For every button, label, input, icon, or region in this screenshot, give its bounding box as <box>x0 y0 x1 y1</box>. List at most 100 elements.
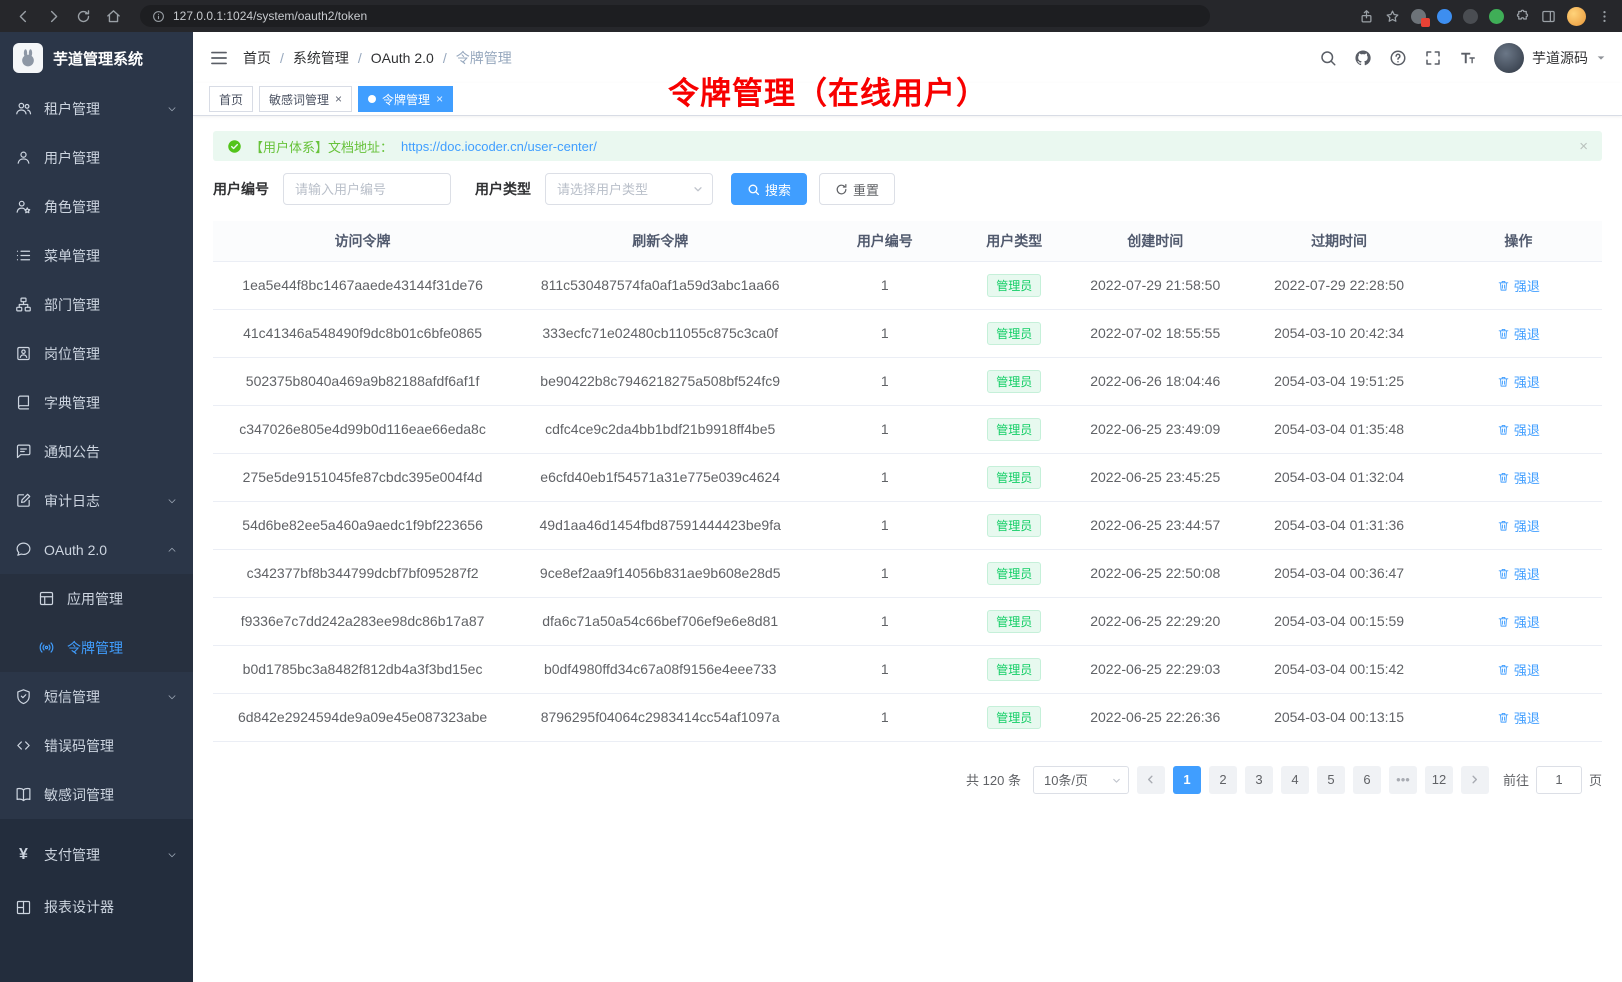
sidebar-item-label: 应用管理 <box>67 589 123 609</box>
extensions-puzzle-icon[interactable] <box>1515 9 1530 24</box>
page-button-5[interactable]: 5 <box>1317 766 1345 794</box>
extension-icon[interactable] <box>1463 9 1478 24</box>
breadcrumb-item[interactable]: 系统管理 <box>293 48 349 68</box>
tab-label: 敏感词管理 <box>269 91 329 108</box>
tab-close-icon[interactable]: × <box>436 93 443 105</box>
page-button-6[interactable]: 6 <box>1353 766 1381 794</box>
pagination: 共 120 条 10条/页 123456•••12 前往 页 <box>213 766 1602 794</box>
force-logout-button[interactable]: 强退 <box>1497 516 1540 535</box>
sidebar-item-label: 审计日志 <box>44 491 100 511</box>
user-menu[interactable]: 芋道源码 <box>1494 43 1606 73</box>
side-panel-icon[interactable] <box>1541 9 1556 24</box>
page-button-1[interactable]: 1 <box>1173 766 1201 794</box>
sidebar-item-dict[interactable]: 字典管理 <box>0 378 193 427</box>
sidebar-item-sms[interactable]: 短信管理 <box>0 672 193 721</box>
sidebar-item-role[interactable]: 角色管理 <box>0 182 193 231</box>
tab-close-icon[interactable]: × <box>335 93 342 105</box>
column-header: 操作 <box>1435 221 1602 261</box>
extension-icon[interactable] <box>1437 9 1452 24</box>
app-icon <box>38 590 55 607</box>
user-type-select[interactable] <box>545 173 713 205</box>
force-logout-button[interactable]: 强退 <box>1497 564 1540 583</box>
back-icon[interactable] <box>10 4 36 28</box>
share-icon[interactable] <box>1359 9 1374 24</box>
sidebar-item-menu[interactable]: 菜单管理 <box>0 231 193 280</box>
github-icon[interactable] <box>1354 49 1372 67</box>
sidebar-item-dept[interactable]: 部门管理 <box>0 280 193 329</box>
app-logo[interactable]: 芋道管理系统 <box>0 32 193 84</box>
breadcrumb-item[interactable]: OAuth 2.0 <box>371 50 434 66</box>
table-row: c342377bf8b344799dcbf7bf095287f29ce8ef2a… <box>213 549 1602 597</box>
trash-icon <box>1497 519 1510 532</box>
tab-首页[interactable]: 首页 <box>209 86 253 112</box>
sidebar-item-label: 用户管理 <box>44 148 100 168</box>
force-logout-button[interactable]: 强退 <box>1497 612 1540 631</box>
more-pages-button[interactable]: ••• <box>1389 766 1417 794</box>
sidebar-item-pay[interactable]: ¥支付管理 <box>0 829 193 881</box>
tab-令牌管理[interactable]: 令牌管理× <box>358 86 453 112</box>
tab-敏感词管理[interactable]: 敏感词管理 × <box>259 86 352 112</box>
pay-icon: ¥ <box>15 847 32 864</box>
browser-profile-avatar[interactable] <box>1567 7 1586 26</box>
sidebar-item-errcode[interactable]: 错误码管理 <box>0 721 193 770</box>
sidebar-item-post[interactable]: 岗位管理 <box>0 329 193 378</box>
force-logout-button[interactable]: 强退 <box>1497 372 1540 391</box>
sidebar-item-oauth[interactable]: OAuth 2.0 <box>0 525 193 574</box>
font-size-icon[interactable] <box>1459 49 1477 67</box>
page-button-4[interactable]: 4 <box>1281 766 1309 794</box>
extension-badge <box>1421 18 1430 27</box>
address-bar[interactable]: 127.0.0.1:1024/system/oauth2/token <box>140 5 1210 27</box>
sidebar-item-audit[interactable]: 审计日志 <box>0 476 193 525</box>
doc-link[interactable]: https://doc.iocoder.cn/user-center/ <box>401 139 597 154</box>
extension-icon[interactable] <box>1411 9 1426 24</box>
home-icon[interactable] <box>100 4 126 28</box>
sidebar-item-token[interactable]: 令牌管理 <box>0 623 193 672</box>
sidebar-item-notice[interactable]: 通知公告 <box>0 427 193 476</box>
user-id-input[interactable] <box>283 173 451 205</box>
forward-icon[interactable] <box>40 4 66 28</box>
browser-menu-icon[interactable] <box>1597 9 1612 24</box>
page-button-12[interactable]: 12 <box>1425 766 1453 794</box>
page-size-select[interactable]: 10条/页 <box>1033 766 1129 794</box>
breadcrumb-item[interactable]: 首页 <box>243 48 271 68</box>
bookmark-star-icon[interactable] <box>1385 9 1400 24</box>
site-info-icon[interactable] <box>152 10 165 23</box>
search-icon[interactable] <box>1319 49 1337 67</box>
prev-page-button[interactable] <box>1137 766 1165 794</box>
notice-icon <box>15 443 32 460</box>
force-logout-button[interactable]: 强退 <box>1497 660 1540 679</box>
sidebar-item-label: 令牌管理 <box>67 638 123 658</box>
force-logout-button[interactable]: 强退 <box>1497 468 1540 487</box>
reset-button[interactable]: 重置 <box>819 173 895 205</box>
search-button[interactable]: 搜索 <box>731 173 807 205</box>
sidebar-item-user[interactable]: 用户管理 <box>0 133 193 182</box>
sidebar-item-label: 敏感词管理 <box>44 785 114 805</box>
page-button-2[interactable]: 2 <box>1209 766 1237 794</box>
expire-time-cell: 2054-03-04 19:51:25 <box>1243 357 1434 405</box>
trash-icon <box>1497 423 1510 436</box>
create-time-cell: 2022-06-26 18:04:46 <box>1067 357 1243 405</box>
sidebar-item-app[interactable]: 应用管理 <box>0 574 193 623</box>
hamburger-icon[interactable] <box>209 48 229 68</box>
user-type-label: 用户类型 <box>475 179 531 199</box>
expire-time-cell: 2054-03-04 00:15:59 <box>1243 597 1434 645</box>
goto-page-input[interactable] <box>1536 766 1582 794</box>
extension-icon[interactable] <box>1489 9 1504 24</box>
expire-time-cell: 2054-03-04 00:13:15 <box>1243 693 1434 741</box>
force-logout-button[interactable]: 强退 <box>1497 324 1540 343</box>
tenant-icon <box>15 100 32 117</box>
reload-icon[interactable] <box>70 4 96 28</box>
page-button-3[interactable]: 3 <box>1245 766 1273 794</box>
force-logout-button[interactable]: 强退 <box>1497 276 1540 295</box>
sidebar-item-sensitive[interactable]: 敏感词管理 <box>0 770 193 819</box>
force-logout-button[interactable]: 强退 <box>1497 708 1540 727</box>
fullscreen-icon[interactable] <box>1424 49 1442 67</box>
next-page-button[interactable] <box>1461 766 1489 794</box>
alert-close-icon[interactable]: × <box>1579 138 1588 155</box>
force-logout-button[interactable]: 强退 <box>1497 420 1540 439</box>
sidebar-item-report[interactable]: 报表设计器 <box>0 881 193 933</box>
access-token-cell: 54d6be82ee5a460a9aedc1f9bf223656 <box>213 501 512 549</box>
help-icon[interactable] <box>1389 49 1407 67</box>
sidebar-item-label: 通知公告 <box>44 442 100 462</box>
sidebar-item-tenant[interactable]: 租户管理 <box>0 84 193 133</box>
